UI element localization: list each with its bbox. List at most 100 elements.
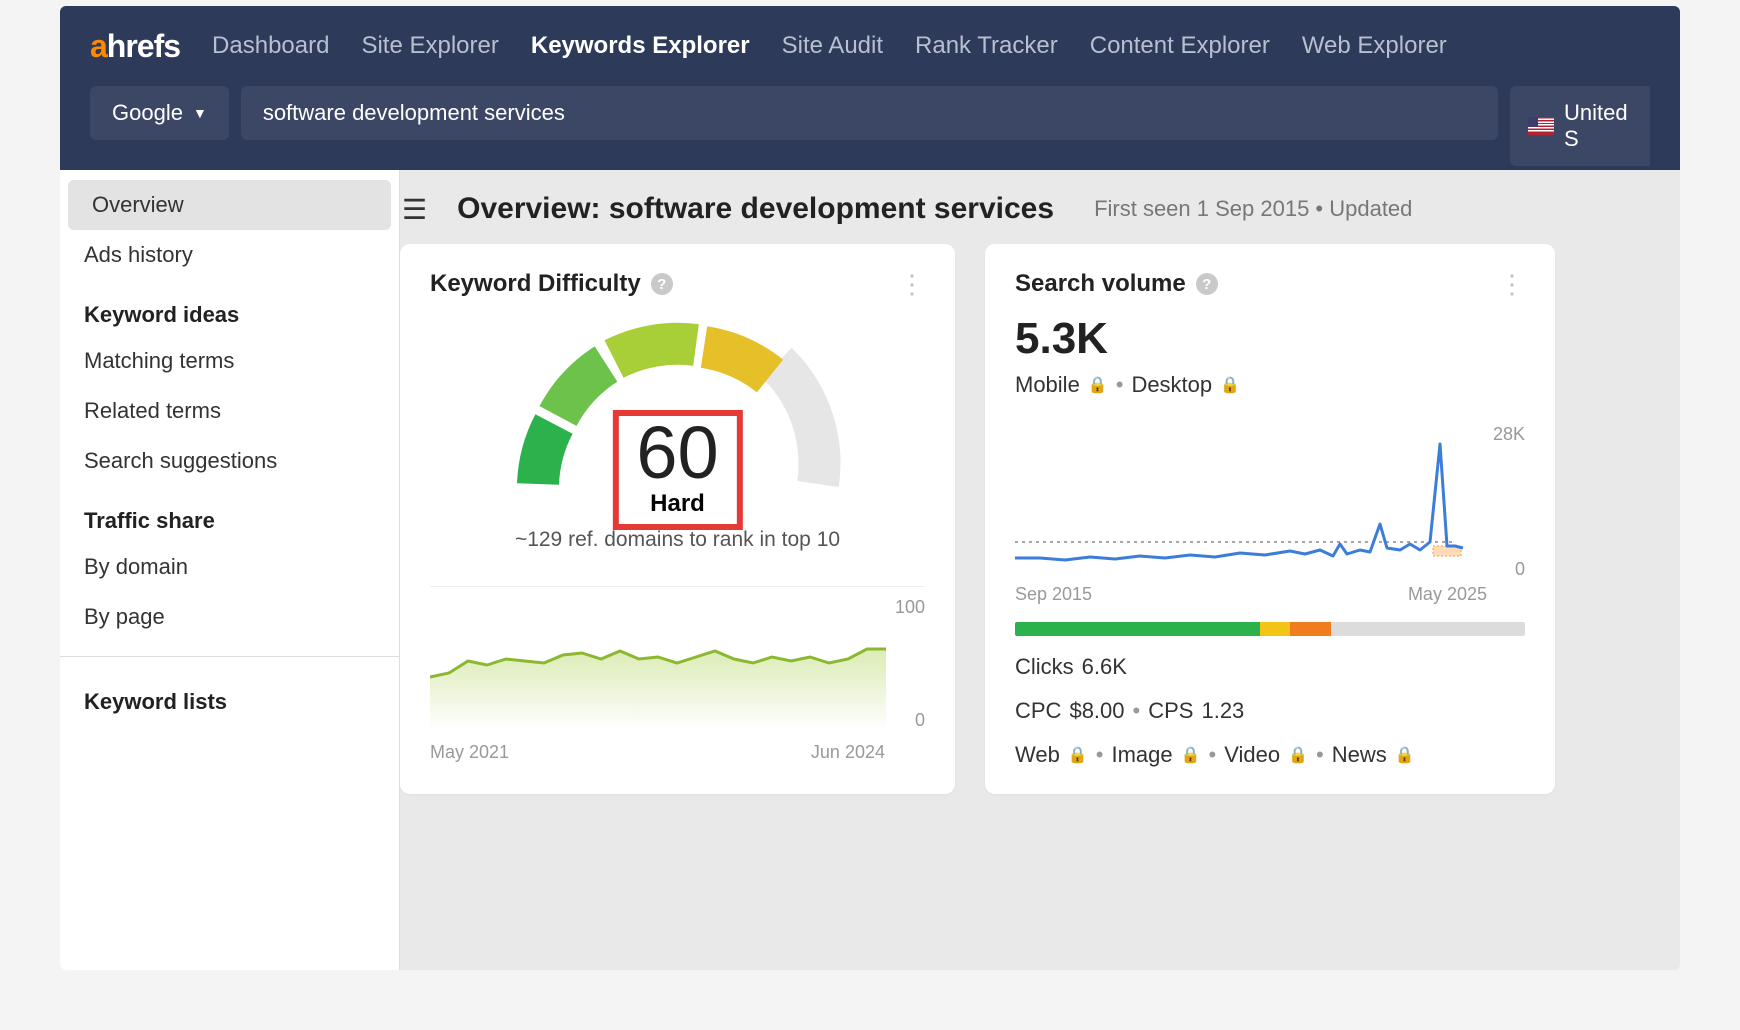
nav-keywords-explorer[interactable]: Keywords Explorer bbox=[531, 32, 750, 60]
kd-trend-svg bbox=[430, 611, 890, 731]
sv-xlabels: Sep 2015 May 2025 bbox=[1015, 584, 1525, 605]
logo-a: a bbox=[90, 28, 107, 64]
cps-value: 1.23 bbox=[1201, 698, 1244, 724]
serp-seg-orange bbox=[1290, 622, 1331, 636]
kd-card-title: Keyword Difficulty ? bbox=[430, 270, 673, 298]
kd-trend-chart: 100 0 May 2021 Jun 2024 bbox=[430, 586, 925, 763]
kd-score-label: Hard bbox=[636, 490, 718, 518]
sv-title-text: Search volume bbox=[1015, 270, 1186, 298]
clicks-label: Clicks bbox=[1015, 654, 1074, 680]
lock-icon: 🔒 bbox=[1288, 745, 1308, 765]
type-image[interactable]: Image bbox=[1111, 742, 1172, 768]
search-row: Google ▼ software development services U… bbox=[60, 86, 1680, 170]
sidebar-item-related-terms[interactable]: Related terms bbox=[60, 386, 399, 436]
cards-row: Keyword Difficulty ? ⋮ bbox=[400, 244, 1680, 794]
sv-card-title: Search volume ? bbox=[1015, 270, 1218, 298]
app-window: ahrefs Dashboard Site Explorer Keywords … bbox=[60, 6, 1680, 970]
kd-trend-xstart: May 2021 bbox=[430, 742, 509, 763]
cpc-value: $8.00 bbox=[1069, 698, 1124, 724]
gauge-svg: 60 Hard bbox=[498, 314, 858, 524]
nav-web-explorer[interactable]: Web Explorer bbox=[1302, 32, 1447, 60]
logo[interactable]: ahrefs bbox=[90, 28, 180, 65]
sv-trend-svg bbox=[1015, 424, 1495, 579]
sv-yzero: 0 bbox=[1515, 559, 1525, 580]
lock-icon: 🔒 bbox=[1181, 745, 1201, 765]
dot-sep: • bbox=[1209, 742, 1217, 768]
kebab-menu-icon[interactable]: ⋮ bbox=[899, 279, 925, 289]
sidebar-item-search-suggestions[interactable]: Search suggestions bbox=[60, 436, 399, 486]
sv-trend-chart: 28K 0 Sep 2015 May 2025 bbox=[1015, 424, 1525, 604]
kd-trend-yzero: 0 bbox=[915, 710, 925, 731]
search-engine-select[interactable]: Google ▼ bbox=[90, 86, 229, 140]
search-volume-value: 5.3K bbox=[1015, 314, 1525, 364]
sidebar-head-keyword-ideas: Keyword ideas bbox=[60, 280, 399, 336]
keyword-input[interactable]: software development services bbox=[241, 86, 1498, 140]
chevron-down-icon: ▼ bbox=[193, 105, 207, 121]
device-breakdown: Mobile🔒 • Desktop🔒 bbox=[1015, 372, 1525, 398]
dot-sep: • bbox=[1133, 698, 1141, 724]
kd-note: ~129 ref. domains to rank in top 10 bbox=[515, 528, 840, 552]
sv-card-head: Search volume ? ⋮ bbox=[1015, 270, 1525, 298]
clicks-row: Clicks 6.6K bbox=[1015, 654, 1525, 680]
nav-site-audit[interactable]: Site Audit bbox=[782, 32, 883, 60]
header-meta: First seen 1 Sep 2015 • Updated bbox=[1094, 196, 1412, 222]
help-icon[interactable]: ? bbox=[1196, 273, 1218, 295]
top-navbar: ahrefs Dashboard Site Explorer Keywords … bbox=[60, 6, 1680, 86]
keyword-difficulty-card: Keyword Difficulty ? ⋮ bbox=[400, 244, 955, 794]
cpc-label: CPC bbox=[1015, 698, 1061, 724]
main-header: ☰ Overview: software development service… bbox=[400, 192, 1680, 244]
nav-content-explorer[interactable]: Content Explorer bbox=[1090, 32, 1270, 60]
sidebar-item-overview[interactable]: Overview bbox=[68, 180, 391, 230]
kd-trend-xend: Jun 2024 bbox=[811, 742, 885, 763]
kebab-menu-icon[interactable]: ⋮ bbox=[1499, 279, 1525, 289]
us-flag-icon bbox=[1528, 117, 1554, 135]
sidebar-item-matching-terms[interactable]: Matching terms bbox=[60, 336, 399, 386]
sv-xstart: Sep 2015 bbox=[1015, 584, 1092, 605]
nav-site-explorer[interactable]: Site Explorer bbox=[361, 32, 498, 60]
type-web[interactable]: Web bbox=[1015, 742, 1060, 768]
search-engine-label: Google bbox=[112, 100, 183, 126]
keyword-value: software development services bbox=[263, 100, 565, 126]
hamburger-icon[interactable]: ☰ bbox=[400, 193, 435, 226]
kd-title-text: Keyword Difficulty bbox=[430, 270, 641, 298]
body: Overview Ads history Keyword ideas Match… bbox=[60, 170, 1680, 970]
clicks-value: 6.6K bbox=[1082, 654, 1127, 680]
kd-score: 60 bbox=[636, 416, 718, 490]
type-video[interactable]: Video bbox=[1224, 742, 1280, 768]
sidebar-head-keyword-lists: Keyword lists bbox=[60, 667, 399, 723]
serp-features-bar[interactable] bbox=[1015, 622, 1525, 636]
nav-rank-tracker[interactable]: Rank Tracker bbox=[915, 32, 1058, 60]
lock-icon: 🔒 bbox=[1068, 745, 1088, 765]
kd-trend-ymax: 100 bbox=[895, 597, 925, 618]
sidebar-divider bbox=[60, 656, 399, 667]
page-title: Overview: software development services bbox=[457, 192, 1054, 226]
kd-trend-xlabels: May 2021 Jun 2024 bbox=[430, 742, 925, 763]
dot-sep: • bbox=[1096, 742, 1104, 768]
sidebar-item-ads-history[interactable]: Ads history bbox=[60, 230, 399, 280]
kd-gauge: 60 Hard ~129 ref. domains to rank in top… bbox=[430, 314, 925, 552]
lock-icon: 🔒 bbox=[1395, 745, 1415, 765]
country-label: United S bbox=[1564, 100, 1640, 152]
cpc-row: CPC $8.00 • CPS 1.23 bbox=[1015, 698, 1525, 724]
type-news[interactable]: News bbox=[1332, 742, 1387, 768]
serp-seg-grey bbox=[1331, 622, 1525, 636]
sidebar: Overview Ads history Keyword ideas Match… bbox=[60, 170, 400, 970]
sidebar-item-by-domain[interactable]: By domain bbox=[60, 542, 399, 592]
country-select[interactable]: United S bbox=[1510, 86, 1650, 166]
serp-seg-green bbox=[1015, 622, 1260, 636]
sidebar-head-traffic-share: Traffic share bbox=[60, 486, 399, 542]
nav-dashboard[interactable]: Dashboard bbox=[212, 32, 329, 60]
help-icon[interactable]: ? bbox=[651, 273, 673, 295]
lock-icon: 🔒 bbox=[1220, 375, 1240, 395]
desktop-label[interactable]: Desktop bbox=[1131, 372, 1212, 398]
logo-rest: hrefs bbox=[107, 28, 180, 64]
kd-card-head: Keyword Difficulty ? ⋮ bbox=[430, 270, 925, 298]
search-volume-card: Search volume ? ⋮ 5.3K Mobile 🔒 • Desktop… bbox=[985, 244, 1555, 794]
mobile-label[interactable]: Mobile bbox=[1015, 372, 1080, 398]
sidebar-item-by-page[interactable]: By page bbox=[60, 592, 399, 642]
sv-ymax: 28K bbox=[1493, 424, 1525, 445]
dot-sep: • bbox=[1316, 742, 1324, 768]
kd-score-highlight: 60 Hard bbox=[612, 410, 742, 530]
cps-label: CPS bbox=[1148, 698, 1193, 724]
lock-icon: 🔒 bbox=[1088, 375, 1108, 395]
